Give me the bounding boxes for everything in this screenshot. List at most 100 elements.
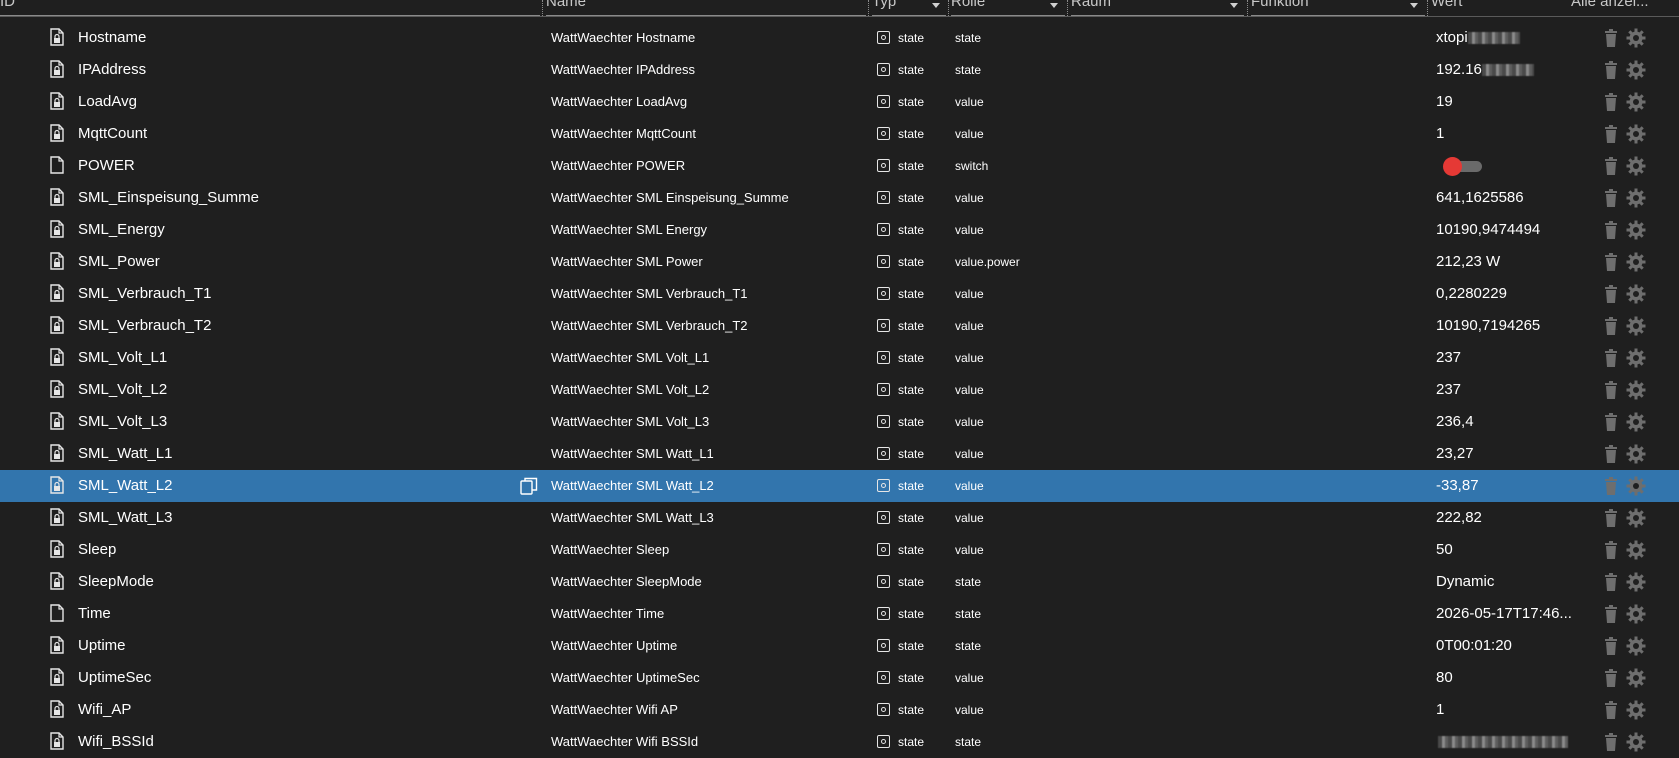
header-name[interactable]: Name (546, 0, 866, 16)
gear-icon[interactable] (1626, 444, 1646, 464)
row-id[interactable]: IPAddress (78, 54, 508, 86)
gear-icon[interactable] (1626, 636, 1646, 656)
table-row[interactable]: Wifi_BSSId WattWaechter Wifi BSSId state st… (0, 726, 1679, 758)
trash-icon[interactable] (1604, 669, 1618, 687)
header-role[interactable]: Rolle (951, 0, 1051, 16)
row-value[interactable]: 80 (1436, 662, 1576, 694)
column-resizer[interactable] (1247, 0, 1248, 16)
toggle-knob[interactable] (1443, 157, 1462, 176)
trash-icon[interactable] (1604, 733, 1618, 751)
gear-icon[interactable] (1626, 508, 1646, 528)
gear-icon[interactable] (1626, 412, 1646, 432)
table-row[interactable]: Hostname WattWaechter Hostname state state x… (0, 22, 1679, 54)
row-id[interactable]: SML_Einspeisung_Summe (78, 182, 508, 214)
table-row[interactable]: SleepMode WattWaechter SleepMode state stat… (0, 566, 1679, 598)
gear-icon[interactable] (1626, 60, 1646, 80)
table-row[interactable]: SML_Volt_L3 WattWaechter SML Volt_L3 state… (0, 406, 1679, 438)
row-name[interactable]: WattWaechter SML Power (551, 246, 871, 278)
trash-icon[interactable] (1604, 125, 1618, 143)
table-row[interactable]: Wifi_AP WattWaechter Wifi AP state value 1 (0, 694, 1679, 726)
table-row[interactable]: SML_Einspeisung_Summe WattWaechter SML Ei… (0, 182, 1679, 214)
column-resizer[interactable] (542, 0, 543, 16)
row-value[interactable]: 237 (1436, 342, 1576, 374)
row-id[interactable]: Uptime (78, 630, 508, 662)
row-id[interactable]: SML_Watt_L2 (78, 470, 508, 502)
row-value[interactable]: 23,27 (1436, 438, 1576, 470)
gear-icon[interactable] (1626, 476, 1646, 496)
row-value[interactable]: 212,23 W (1436, 246, 1576, 278)
row-value[interactable]: -33,87 (1436, 470, 1576, 502)
row-name[interactable]: WattWaechter SML Watt_L2 (551, 470, 871, 502)
row-name[interactable]: WattWaechter MqttCount (551, 118, 871, 150)
row-value[interactable]: 10190,9474494 (1436, 214, 1576, 246)
row-name[interactable]: WattWaechter SML Einspeisung_Summe (551, 182, 871, 214)
row-value[interactable]: 236,4 (1436, 406, 1576, 438)
row-value[interactable]: Dynamic (1436, 566, 1576, 598)
row-id[interactable]: POWER (78, 150, 508, 182)
row-id[interactable]: Hostname (78, 22, 508, 54)
row-value[interactable]: 641,1625586 (1436, 182, 1576, 214)
table-row[interactable]: SML_Verbrauch_T2 WattWaechter SML Verbrau… (0, 310, 1679, 342)
row-name[interactable]: WattWaechter Sleep (551, 534, 871, 566)
trash-icon[interactable] (1604, 157, 1618, 175)
gear-icon[interactable] (1626, 540, 1646, 560)
row-value[interactable]: 237 (1436, 374, 1576, 406)
gear-icon[interactable] (1626, 700, 1646, 720)
row-id[interactable]: LoadAvg (78, 86, 508, 118)
trash-icon[interactable] (1604, 701, 1618, 719)
row-name[interactable]: WattWaechter SML Volt_L1 (551, 342, 871, 374)
header-id[interactable]: ID (0, 0, 20, 16)
row-value[interactable]: 1 (1436, 118, 1576, 150)
row-value[interactable]: 1 (1436, 694, 1576, 726)
row-id[interactable]: SML_Watt_L1 (78, 438, 508, 470)
header-value[interactable]: Wert (1431, 0, 1511, 16)
row-name[interactable]: WattWaechter SML Volt_L2 (551, 374, 871, 406)
gear-icon[interactable] (1626, 124, 1646, 144)
table-row[interactable]: UptimeSec WattWaechter UptimeSec state valu… (0, 662, 1679, 694)
row-name[interactable]: WattWaechter SML Volt_L3 (551, 406, 871, 438)
gear-icon[interactable] (1626, 732, 1646, 752)
row-value[interactable]: 10190,7194265 (1436, 310, 1576, 342)
table-row[interactable]: SML_Volt_L1 WattWaechter SML Volt_L1 state… (0, 342, 1679, 374)
row-name[interactable]: WattWaechter SleepMode (551, 566, 871, 598)
table-row[interactable]: SML_Watt_L1 WattWaechter SML Watt_L1 state… (0, 438, 1679, 470)
trash-icon[interactable] (1604, 637, 1618, 655)
column-resizer[interactable] (1427, 0, 1428, 16)
trash-icon[interactable] (1604, 61, 1618, 79)
row-name[interactable]: WattWaechter Wifi BSSId (551, 726, 871, 758)
row-value[interactable]: 19 (1436, 86, 1576, 118)
table-row[interactable]: SML_Energy WattWaechter SML Energy state va… (0, 214, 1679, 246)
trash-icon[interactable] (1604, 189, 1618, 207)
row-name[interactable]: WattWaechter Hostname (551, 22, 871, 54)
row-id[interactable]: UptimeSec (78, 662, 508, 694)
trash-icon[interactable] (1604, 285, 1618, 303)
trash-icon[interactable] (1604, 93, 1618, 111)
gear-icon[interactable] (1626, 220, 1646, 240)
gear-icon[interactable] (1626, 252, 1646, 272)
row-id[interactable]: SML_Power (78, 246, 508, 278)
row-value[interactable]: 50 (1436, 534, 1576, 566)
row-id[interactable]: SML_Energy (78, 214, 508, 246)
column-resizer[interactable] (948, 0, 949, 16)
trash-icon[interactable] (1604, 413, 1618, 431)
row-value[interactable]: xtopi (1436, 22, 1576, 54)
trash-icon[interactable] (1604, 29, 1618, 47)
row-id[interactable]: SML_Volt_L3 (78, 406, 508, 438)
table-row[interactable]: Time WattWaechter Time state state 2026-05-1… (0, 598, 1679, 630)
trash-icon[interactable] (1604, 349, 1618, 367)
row-value[interactable]: 2026-05-17T17:46... (1436, 598, 1576, 630)
trash-icon[interactable] (1604, 381, 1618, 399)
row-name[interactable]: WattWaechter SML Energy (551, 214, 871, 246)
copy-icon[interactable] (520, 477, 538, 495)
trash-icon[interactable] (1604, 573, 1618, 591)
chevron-down-icon[interactable] (1230, 3, 1238, 8)
row-value[interactable] (1436, 726, 1576, 758)
trash-icon[interactable] (1604, 605, 1618, 623)
row-id[interactable]: SML_Watt_L3 (78, 502, 508, 534)
table-row[interactable]: IPAddress WattWaechter IPAddress state stat… (0, 54, 1679, 86)
chevron-down-icon[interactable] (932, 3, 940, 8)
row-name[interactable]: WattWaechter POWER (551, 150, 871, 182)
chevron-down-icon[interactable] (1050, 3, 1058, 8)
gear-icon[interactable] (1626, 668, 1646, 688)
row-name[interactable]: WattWaechter LoadAvg (551, 86, 871, 118)
